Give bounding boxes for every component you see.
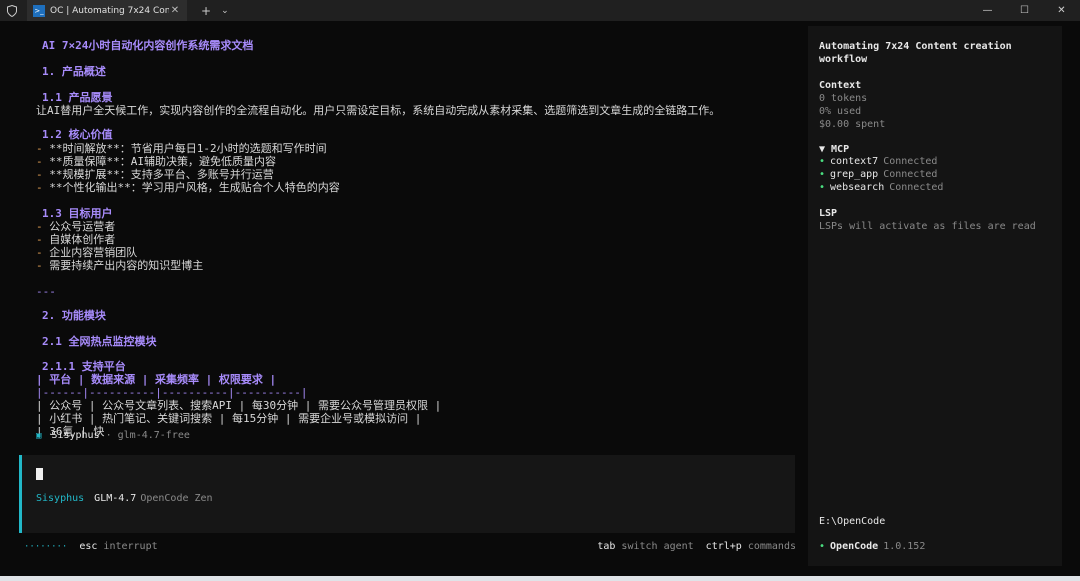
tab-key: tab [597,541,616,552]
doc-heading: 1.2 核心价值 [42,128,113,141]
list-item-text: 公众号运营者 [49,220,116,233]
list-item-text: 需要持续产出内容的知识型博主 [49,259,204,272]
close-icon[interactable]: ✕ [169,5,181,16]
list-item: - **质量保障**：AI辅助决策，避免低质量内容 [36,155,276,168]
table-row: | 小红书 | 热门笔记、关键词搜索 | 每15分钟 | 需要企业号或模拟访问 … [36,412,422,425]
agent-selector[interactable]: Sisyphus GLM-4.7 OpenCode Zen [36,493,213,504]
list-item: - 企业内容营销团队 [36,246,137,259]
table-divider: |------|----------|----------|----------… [36,386,308,399]
agent-message-header: ▣ Sisyphus · glm-4.7-free [36,430,190,441]
mcp-name: grep_app [830,169,879,180]
agent-label: Sisyphus [51,430,100,441]
progress-dots: ········ [24,541,68,552]
close-window-button[interactable]: ✕ [1043,0,1080,21]
doc-paragraph: 让AI替用户全天候工作，实现内容创作的全流程自动化。用户只需设定目标，系统自动完… [36,104,721,117]
terminal-icon: >_ [33,4,45,17]
taskbar-strip [0,576,1080,581]
list-item-text: 自媒体创作者 [49,233,116,246]
mcp-item: • grep_app Connected [819,169,937,180]
status-dot-icon: • [819,156,826,167]
context-heading: Context [819,80,862,91]
tab-title: OC | Automating 7x24 Conten [50,5,169,16]
list-item: - 自媒体创作者 [36,233,115,246]
list-item: - 需要持续产出内容的知识型博主 [36,259,203,272]
table-header: | 平台 | 数据来源 | 采集频率 | 权限要求 | [36,373,277,386]
mcp-status: Connected [889,182,944,193]
doc-heading: 2.1 全网热点监控模块 [42,335,157,348]
list-bullet: - [36,259,50,272]
working-directory: E:\OpenCode [819,516,886,527]
app-version: • OpenCode 1.0.152 [819,541,925,552]
agent-name[interactable]: Sisyphus [36,493,84,504]
provider-name: OpenCode Zen [140,493,213,504]
model-label: · glm-4.7-free [105,430,190,441]
new-tab-button[interactable]: + [201,4,211,18]
list-item-text: 企业内容营销团队 [49,246,138,259]
text-cursor [36,468,43,480]
esc-key: esc [79,541,98,552]
app-name: OpenCode [830,541,879,552]
status-dot-icon: • [819,541,826,552]
tokens-count: 0 tokens [819,93,868,104]
mcp-status: Connected [883,156,938,167]
status-dot-icon: • [819,169,826,180]
usage-percent: 0% used [819,106,862,117]
maximize-button[interactable]: ☐ [1006,0,1043,21]
chevron-down-icon[interactable]: ⌄ [221,6,229,16]
list-item-text: **质量保障**：AI辅助决策，避免低质量内容 [49,155,276,168]
list-bullet: - [36,233,50,246]
doc-heading: 1.3 目标用户 [42,207,113,220]
cost-spent: $0.00 spent [819,119,886,130]
window-controls: — ☐ ✕ [969,0,1080,21]
mcp-item: • context7 Connected [819,156,937,167]
ctrl-p-key: ctrl+p [705,541,742,552]
list-item: - **规模扩展**：支持多平台、多账号并行运营 [36,168,274,181]
doc-heading: 2.1.1 支持平台 [42,360,126,373]
doc-heading: AI 7×24小时自动化内容创作系统需求文档 [42,39,254,52]
list-item: - **个性化输出**：学习用户风格，生成贴合个人特色的内容 [36,181,340,194]
status-bar: ········ esc interrupt tab switch agent … [24,541,796,552]
esc-hint: interrupt [103,541,158,552]
list-item: - **时间解放**：节省用户每日1-2小时的选题和写作时间 [36,142,327,155]
lsp-status: LSPs will activate as files are read [819,221,1036,232]
model-name[interactable]: GLM-4.7 [94,493,136,504]
status-dot-icon: • [819,182,826,193]
horizontal-rule: --- [36,285,56,298]
title-bar: >_ OC | Automating 7x24 Conten ✕ + ⌄ — ☐… [0,0,1080,21]
list-item: - 公众号运营者 [36,220,115,233]
mcp-heading[interactable]: ▼ MCP [819,143,849,156]
mcp-name: context7 [830,156,879,167]
list-bullet: - [36,246,50,259]
square-icon: ▣ [36,430,42,441]
mcp-status: Connected [883,169,938,180]
list-bullet: - [36,168,50,181]
shield-icon [5,4,19,18]
lsp-heading: LSP [819,208,838,219]
sidebar: Automating 7x24 Content creation workflo… [808,26,1062,566]
list-item-text: **时间解放**：节省用户每日1-2小时的选题和写作时间 [49,142,327,155]
list-bullet: - [36,142,50,155]
list-bullet: - [36,220,50,233]
list-item-text: **规模扩展**：支持多平台、多账号并行运营 [49,168,274,181]
doc-heading: 1.1 产品愿景 [42,91,113,104]
doc-heading: 1. 产品概述 [42,65,106,78]
ctrl-p-hint: commands [747,541,796,552]
minimize-button[interactable]: — [969,0,1006,21]
table-row: | 公众号 | 公众号文章列表、搜索API | 每30分钟 | 需要公众号管理员… [36,399,442,412]
session-title-cont: workflow [819,54,868,65]
list-bullet: - [36,181,50,194]
list-bullet: - [36,155,50,168]
tab-hint: switch agent [621,541,694,552]
mcp-name: websearch [830,182,885,193]
doc-heading: 2. 功能模块 [42,309,106,322]
prompt-input[interactable]: Sisyphus GLM-4.7 OpenCode Zen [19,455,795,533]
tab-active[interactable]: >_ OC | Automating 7x24 Conten ✕ [27,0,187,21]
list-item-text: **个性化输出**：学习用户风格，生成贴合个人特色的内容 [49,181,340,194]
mcp-item: • websearch Connected [819,182,943,193]
version-label: 1.0.152 [883,541,926,552]
session-title: Automating 7x24 Content creation [819,41,1012,52]
